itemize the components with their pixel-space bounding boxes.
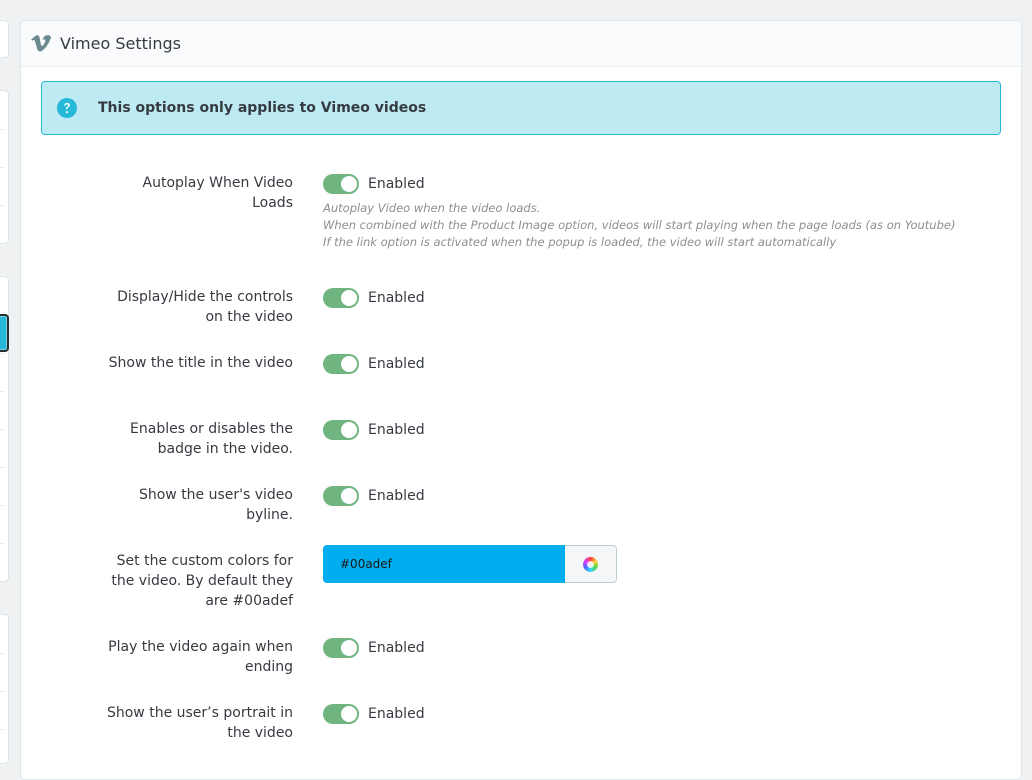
autoplay-switch-group: Enabled xyxy=(323,174,425,194)
switch-state-label: Enabled xyxy=(368,290,425,306)
switch-state-label: Enabled xyxy=(368,706,425,722)
portrait-switch-group: Enabled xyxy=(323,704,425,724)
badge-toggle[interactable] xyxy=(323,420,359,440)
color-input[interactable]: #00adef xyxy=(323,545,565,583)
setting-label: Play the video again when ending xyxy=(108,639,293,675)
setting-label: Set the custom colors for the video. By … xyxy=(111,553,293,609)
color-picker-group: #00adef xyxy=(323,545,617,583)
sidebar-group xyxy=(0,614,9,764)
controls-switch-group: Enabled xyxy=(323,288,425,308)
sidebar-item-active[interactable] xyxy=(0,314,9,352)
portrait-toggle[interactable] xyxy=(323,704,359,724)
controls-toggle[interactable] xyxy=(323,288,359,308)
help-line: When combined with the Product Image opt… xyxy=(323,218,956,232)
byline-switch-group: Enabled xyxy=(323,486,425,506)
autoplay-help-text: Autoplay Video when the video loads. Whe… xyxy=(323,200,955,251)
badge-switch-group: Enabled xyxy=(323,420,425,440)
title-switch-group: Enabled xyxy=(323,354,425,374)
switch-state-label: Enabled xyxy=(368,422,425,438)
autoplay-toggle[interactable] xyxy=(323,174,359,194)
alert-text: This options only applies to Vimeo video… xyxy=(98,100,427,116)
panel-heading: Vimeo Settings xyxy=(21,21,1021,67)
question-circle-icon xyxy=(57,98,77,118)
byline-toggle[interactable] xyxy=(323,486,359,506)
color-wheel-icon xyxy=(583,556,598,572)
setting-label: Show the title in the video xyxy=(108,355,293,371)
color-picker-button[interactable] xyxy=(565,545,617,583)
setting-label: Display/Hide the controls on the video xyxy=(117,289,293,325)
switch-state-label: Enabled xyxy=(368,488,425,504)
setting-label: Show the user’s portrait in the video xyxy=(106,705,293,741)
vimeo-settings-panel: Vimeo Settings This options only applies… xyxy=(20,20,1022,780)
sidebar-item[interactable] xyxy=(0,20,9,58)
loop-switch-group: Enabled xyxy=(323,638,425,658)
title-toggle[interactable] xyxy=(323,354,359,374)
sidebar-group xyxy=(0,90,9,244)
panel-title: Vimeo Settings xyxy=(60,34,181,53)
left-sidebar-fragment xyxy=(0,0,10,764)
setting-label: Enables or disables the badge in the vid… xyxy=(130,421,293,457)
setting-label: Show the user's video byline. xyxy=(138,487,293,523)
help-line: If the link option is activated when the… xyxy=(323,235,837,249)
switch-state-label: Enabled xyxy=(368,176,425,192)
switch-state-label: Enabled xyxy=(368,356,425,372)
setting-label: Autoplay When Video Loads xyxy=(142,175,293,211)
vimeo-icon xyxy=(31,34,51,54)
switch-state-label: Enabled xyxy=(368,640,425,656)
loop-toggle[interactable] xyxy=(323,638,359,658)
help-line: Autoplay Video when the video loads. xyxy=(323,201,541,215)
info-alert: This options only applies to Vimeo video… xyxy=(41,81,1001,135)
